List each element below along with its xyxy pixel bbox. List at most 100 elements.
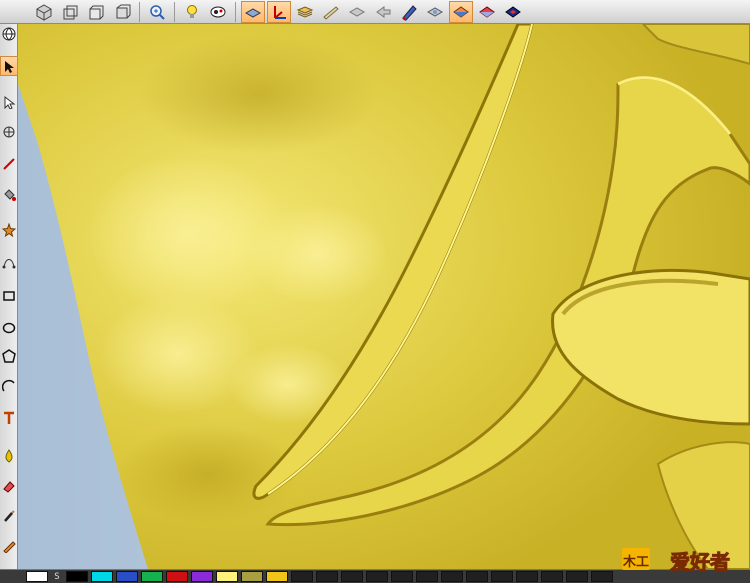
cube-side-icon [116,4,131,18]
tool-select-arrow[interactable] [0,56,18,76]
toolbar-button-bar[interactable] [319,1,343,23]
toolbar-button-relief-diamond[interactable] [423,1,447,23]
relief-model[interactable] [18,24,750,569]
color-swatch[interactable] [316,571,338,582]
toolbar-separator [139,1,140,22]
toolbar-button-cube-wire[interactable] [58,1,82,23]
svg-text:木工: 木工 [622,554,649,570]
plane-layer-icon [244,7,262,18]
cube-iso-icon [36,3,52,21]
tool-ellipse[interactable] [0,318,18,338]
color-swatch[interactable] [566,571,588,582]
toolbar-button-flat-diamond[interactable] [345,1,369,23]
toolbar-button-pen-tool[interactable] [397,1,421,23]
tool-eraser[interactable] [0,476,18,496]
cube-wire-icon [63,5,78,19]
toolbar-button-light-bulb[interactable] [180,1,204,23]
toolbar-button-stack-layers[interactable] [293,1,317,23]
star-tool-icon [2,223,16,237]
toolbar-button-paint[interactable] [206,1,230,23]
toolbar-separator [174,1,175,22]
pen-tool-icon [402,4,417,21]
toolbar-button-cube-front[interactable] [84,1,108,23]
light-bulb-icon [187,4,197,18]
toolbar-button-zoom[interactable] [145,1,169,23]
color-swatch[interactable] [141,571,163,582]
tool-transform[interactable] [0,122,18,142]
tool-node-arrow[interactable] [0,92,18,112]
paint-icon [210,6,226,17]
color-swatch[interactable] [241,571,263,582]
text-tool-icon [4,411,14,424]
line-pen-icon [3,158,15,170]
globe-icon [2,27,16,41]
tool-star-tool[interactable] [0,220,18,240]
polygon-icon [2,349,16,363]
color-swatch[interactable] [366,571,388,582]
color-swatch[interactable] [491,571,513,582]
color-swatch[interactable] [216,571,238,582]
watermark-logo: 木工 爱好者 [622,548,731,575]
tool-paint-bucket[interactable] [0,184,18,204]
toolbar-button-plane-layer[interactable] [241,0,265,23]
main-toolbar [0,0,750,24]
3d-viewport[interactable] [18,24,750,569]
transform-icon [3,126,15,138]
color-swatch[interactable] [26,571,48,582]
shaded-diamond-icon [453,5,469,18]
color-swatch[interactable] [541,571,563,582]
stack-layers-icon [296,5,314,18]
rectangle-icon [3,291,15,301]
flat-diamond-icon [348,6,366,17]
select-arrow-icon [5,61,14,73]
tool-palette [0,24,18,569]
tool-globe[interactable] [0,24,18,44]
color-swatch[interactable] [166,571,188,582]
toolbar-button-axes[interactable] [267,0,291,23]
toolbar-separator [235,1,236,22]
color-swatch[interactable] [91,571,113,582]
color-swatch[interactable] [291,571,313,582]
tool-line-pen[interactable] [0,154,18,174]
color-swatch[interactable] [516,571,538,582]
toolbar-button-arrow-left[interactable] [371,1,395,23]
eraser-icon [3,481,15,493]
cube-front-icon [89,5,104,19]
color-swatch[interactable] [591,571,613,582]
color-swatch[interactable] [341,571,363,582]
blue-diamond-icon [505,5,521,18]
brush-icon [4,510,15,522]
zoom-icon [150,4,165,20]
color-swatch[interactable] [116,571,138,582]
tool-rectangle[interactable] [0,286,18,306]
tool-text-tool[interactable] [0,408,18,428]
relief-diamond-icon [426,6,444,17]
color-swatch[interactable] [441,571,463,582]
app-window: S 木工 爱好者 [0,0,750,583]
red-diamond-icon [479,5,495,18]
color-swatch[interactable] [466,571,488,582]
color-swatch[interactable] [191,571,213,582]
tool-brush[interactable] [0,506,18,526]
color-swatch[interactable] [66,571,88,582]
toolbar-button-shaded-diamond[interactable] [449,0,473,23]
ellipse-icon [2,322,16,334]
droplet-icon [5,449,13,463]
axes-icon [274,5,286,19]
toolbar-button-cube-side[interactable] [110,1,134,23]
tool-arc[interactable] [0,376,18,396]
tool-polygon[interactable] [0,346,18,366]
tool-pencil[interactable] [0,536,18,556]
tool-droplet[interactable] [0,446,18,466]
node-arrow-icon [4,95,16,109]
tool-bezier[interactable] [0,252,18,272]
arc-icon [2,379,15,392]
toolbar-button-red-diamond[interactable] [475,1,499,23]
color-swatch[interactable] [416,571,438,582]
color-swatch[interactable] [391,571,413,582]
bezier-icon [2,259,16,269]
toolbar-button-blue-diamond[interactable] [501,1,525,23]
arrow-left-icon [376,5,391,18]
color-swatch[interactable] [266,571,288,582]
toolbar-button-cube-iso[interactable] [32,1,56,23]
